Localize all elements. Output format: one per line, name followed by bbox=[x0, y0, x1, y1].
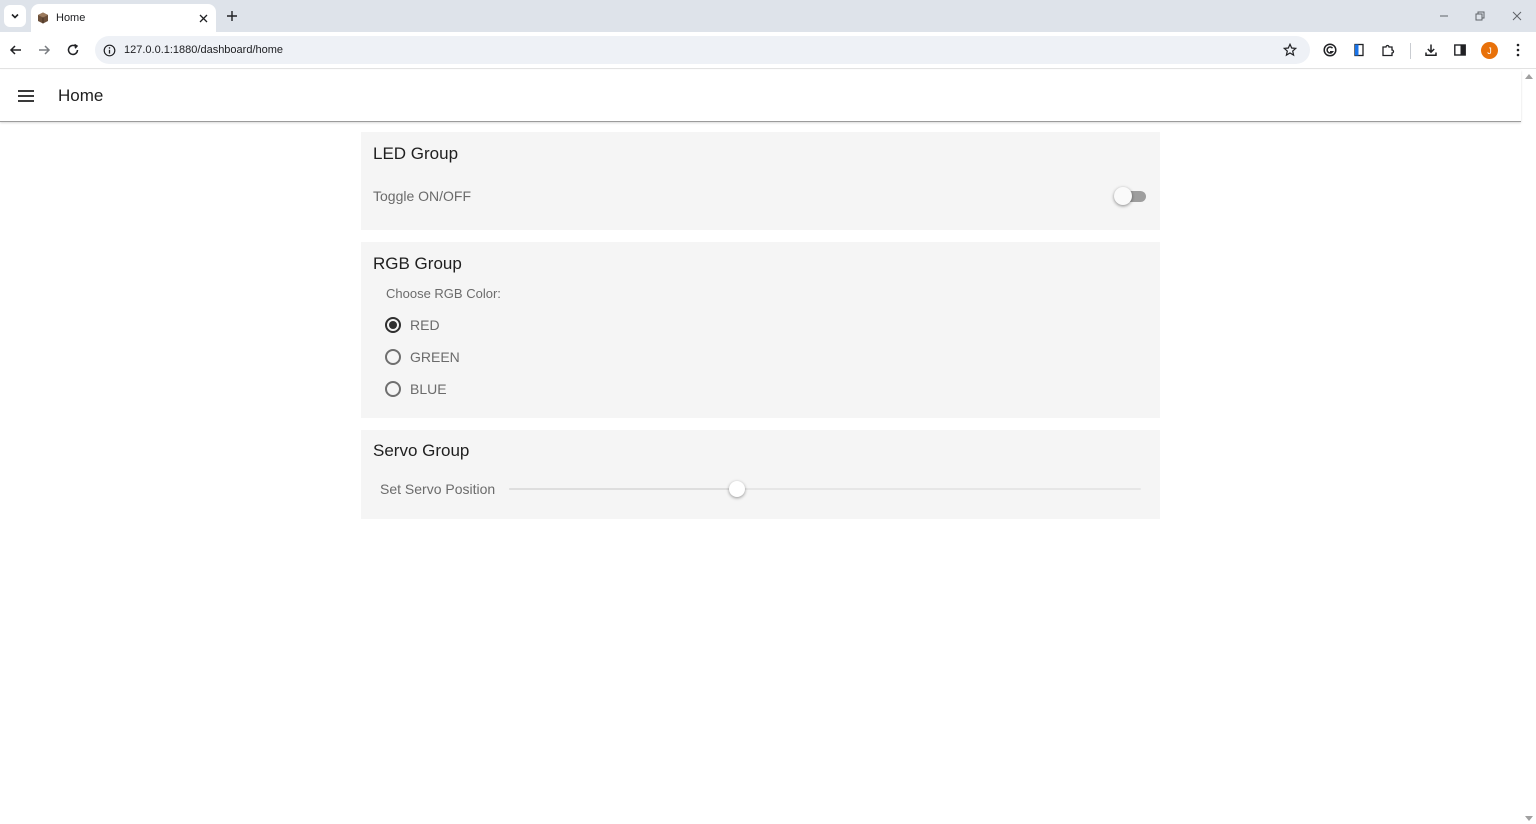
scroll-up-arrow[interactable] bbox=[1525, 74, 1533, 79]
radio-label-blue: BLUE bbox=[410, 381, 447, 397]
dashboard-app-bar: Home bbox=[0, 70, 1521, 122]
download-icon bbox=[1425, 44, 1437, 57]
slider-fill bbox=[509, 488, 737, 490]
star-icon[interactable] bbox=[1282, 42, 1298, 58]
browser-tab-home[interactable]: Home bbox=[31, 4, 216, 32]
book-icon bbox=[1354, 43, 1364, 57]
restore-icon bbox=[1475, 11, 1485, 21]
radio-label-red: RED bbox=[410, 317, 440, 333]
hamburger-menu-icon bbox=[18, 90, 34, 102]
browser-menu-button[interactable] bbox=[1509, 41, 1527, 59]
radio-button[interactable] bbox=[385, 381, 401, 397]
extension-reader-button[interactable] bbox=[1350, 41, 1368, 59]
rgb-prompt-label: Choose RGB Color: bbox=[386, 286, 501, 301]
led-group-card: LED Group Toggle ON/OFF bbox=[361, 132, 1160, 230]
minimize-icon bbox=[1440, 15, 1448, 17]
scroll-down-arrow[interactable] bbox=[1525, 816, 1533, 821]
close-icon bbox=[1512, 11, 1522, 21]
extensions-button[interactable] bbox=[1379, 41, 1397, 59]
slider-thumb[interactable] bbox=[728, 481, 745, 497]
servo-position-slider[interactable] bbox=[509, 479, 1141, 499]
toolbar-separator bbox=[1410, 43, 1411, 59]
page-scrollbar[interactable] bbox=[1521, 70, 1536, 824]
radio-button[interactable] bbox=[385, 317, 401, 333]
reload-icon bbox=[67, 43, 79, 56]
servo-slider-label: Set Servo Position bbox=[380, 481, 496, 497]
reload-button[interactable] bbox=[64, 41, 82, 59]
puzzle-icon bbox=[1382, 44, 1395, 57]
servo-group-title: Servo Group bbox=[373, 441, 470, 460]
kebab-menu-icon bbox=[1516, 43, 1520, 57]
profile-initial: J bbox=[1487, 45, 1492, 56]
extension-grammar-button[interactable] bbox=[1321, 41, 1339, 59]
arrow-right-icon bbox=[39, 45, 51, 55]
led-toggle-switch[interactable] bbox=[1113, 186, 1149, 206]
tab-search-button[interactable] bbox=[4, 5, 26, 27]
address-bar[interactable]: 127.0.0.1:1880/dashboard/home bbox=[95, 36, 1310, 64]
plus-icon bbox=[227, 11, 237, 21]
url-text: 127.0.0.1:1880/dashboard/home bbox=[124, 44, 284, 56]
navigation-menu-button[interactable] bbox=[14, 85, 38, 107]
side-panel-icon bbox=[1454, 44, 1466, 56]
downloads-button[interactable] bbox=[1422, 41, 1440, 59]
forward-button[interactable] bbox=[35, 41, 53, 59]
rgb-group-card: RGB Group Choose RGB Color: RED GREEN BL… bbox=[361, 242, 1160, 418]
back-button[interactable] bbox=[7, 41, 25, 59]
side-panel-button[interactable] bbox=[1451, 41, 1469, 59]
extension-circle-icon bbox=[1323, 43, 1337, 57]
close-icon[interactable] bbox=[195, 10, 211, 26]
browser-toolbar: 127.0.0.1:1880/dashboard/home J bbox=[0, 32, 1536, 69]
node-red-cube-icon bbox=[37, 12, 49, 24]
servo-group-card: Servo Group Set Servo Position bbox=[361, 430, 1160, 519]
radio-button[interactable] bbox=[385, 349, 401, 365]
minimize-button[interactable] bbox=[1436, 8, 1452, 24]
radio-green[interactable]: GREEN bbox=[385, 347, 460, 367]
radio-selected-dot bbox=[389, 321, 397, 329]
switch-thumb[interactable] bbox=[1114, 187, 1132, 205]
radio-red[interactable]: RED bbox=[385, 315, 440, 335]
profile-avatar[interactable]: J bbox=[1481, 42, 1498, 59]
page-title: Home bbox=[58, 86, 104, 105]
restore-button[interactable] bbox=[1472, 8, 1488, 24]
arrow-left-icon bbox=[9, 45, 21, 55]
led-group-title: LED Group bbox=[373, 144, 459, 163]
browser-tab-strip: Home bbox=[0, 0, 1536, 32]
info-icon[interactable] bbox=[101, 42, 117, 58]
radio-label-green: GREEN bbox=[410, 349, 460, 365]
rgb-group-title: RGB Group bbox=[373, 254, 462, 273]
toggle-label: Toggle ON/OFF bbox=[373, 188, 472, 204]
close-window-button[interactable] bbox=[1509, 8, 1525, 24]
new-tab-button[interactable] bbox=[223, 7, 241, 25]
radio-blue[interactable]: BLUE bbox=[385, 379, 447, 399]
chevron-down-icon bbox=[11, 13, 19, 19]
tab-title: Home bbox=[56, 12, 86, 24]
